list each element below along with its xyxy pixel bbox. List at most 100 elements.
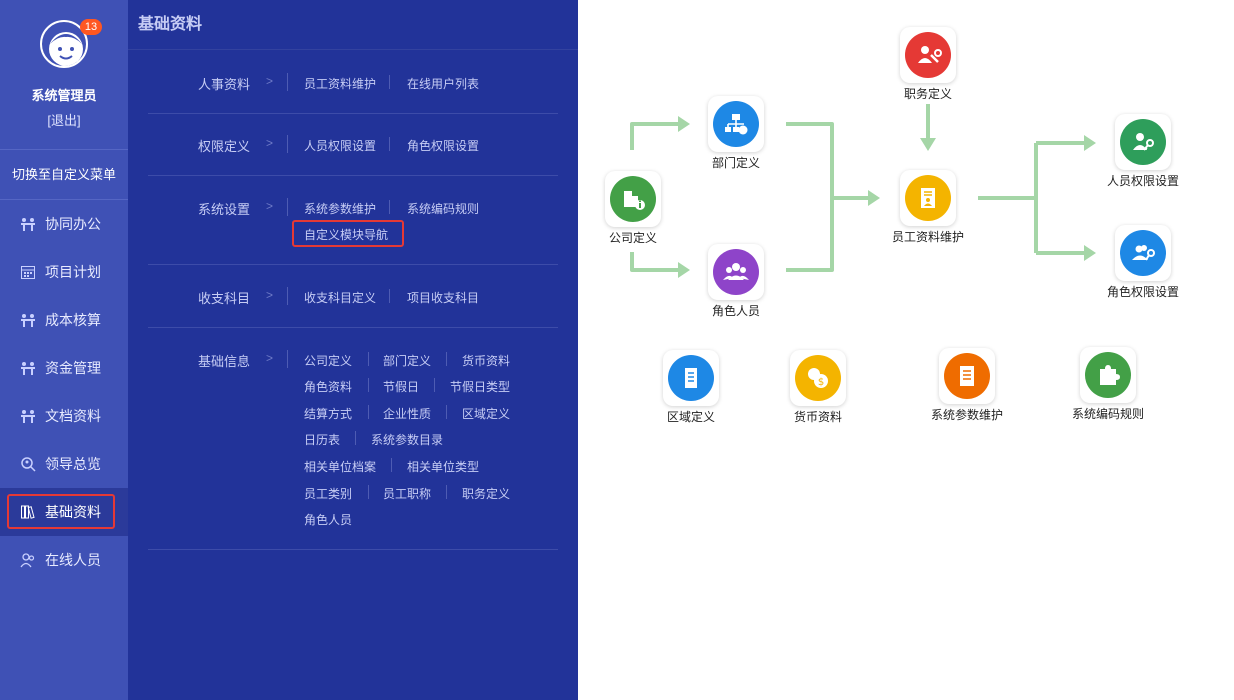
link-position-define[interactable]: 职务定义 [462, 485, 510, 502]
link-currency[interactable]: 货币资料 [462, 352, 510, 369]
divider [287, 73, 288, 91]
link-online-user-list[interactable]: 在线用户列表 [407, 75, 479, 92]
divider [368, 352, 369, 366]
section-hr: 人事资料 > 员工资料维护 在线用户列表 [148, 52, 558, 114]
divider [368, 485, 369, 499]
section-permissions: 权限定义 > 人员权限设置 角色权限设置 [148, 114, 558, 176]
section-category: 收支科目 [198, 291, 251, 306]
link-project-income-expense[interactable]: 项目收支科目 [407, 289, 479, 306]
link-employee-category[interactable]: 员工类别 [304, 485, 352, 502]
node-tile [1115, 225, 1171, 281]
flow-node-user-permission[interactable]: 人员权限设置 [1083, 114, 1203, 189]
divider [368, 378, 369, 392]
chevron-right-icon: > [266, 288, 274, 302]
link-holiday-type[interactable]: 节假日类型 [450, 378, 510, 395]
link-related-unit-type[interactable]: 相关单位类型 [407, 458, 479, 475]
link-user-permission[interactable]: 人员权限设置 [304, 137, 376, 154]
sidebar-item-label: 文档资料 [45, 408, 101, 424]
sidebar-item-label: 领导总览 [45, 456, 101, 472]
node-tile [939, 348, 995, 404]
link-department-define[interactable]: 部门定义 [383, 352, 431, 369]
link-settlement-method[interactable]: 结算方式 [304, 405, 352, 422]
svg-text:$: $ [818, 377, 824, 388]
link-holiday[interactable]: 节假日 [383, 378, 419, 395]
sidebar-item-collaboration[interactable]: 协同办公 [0, 200, 128, 248]
link-system-parameters[interactable]: 系统参数维护 [304, 200, 376, 217]
user-block: 13 系统管理员 [退出] [0, 0, 128, 150]
link-role-permission[interactable]: 角色权限设置 [407, 137, 479, 154]
divider [389, 75, 390, 89]
sidebar-item-online-users[interactable]: 在线人员 [0, 536, 128, 584]
chevron-right-icon: > [266, 199, 274, 213]
link-calendar[interactable]: 日历表 [304, 431, 340, 448]
employee-file-icon [905, 175, 951, 221]
sidebar-item-cost-accounting[interactable]: 成本核算 [0, 296, 128, 344]
link-system-parameter-catalog[interactable]: 系统参数目录 [371, 431, 443, 448]
logout-link[interactable]: [退出] [0, 110, 128, 129]
link-region-define[interactable]: 区域定义 [462, 405, 510, 422]
team-icon [21, 314, 35, 327]
sidebar-item-basic-data[interactable]: 基础资料 [0, 488, 128, 536]
currency-coins-icon: $ [795, 355, 841, 401]
link-system-coding-rules[interactable]: 系统编码规则 [407, 200, 479, 217]
role-group-icon [713, 249, 759, 295]
node-label: 系统编码规则 [1071, 407, 1144, 421]
section-category: 基础信息 [198, 354, 251, 369]
flow-node-system-parameters[interactable]: 系统参数维护 [907, 348, 1027, 423]
link-company-define[interactable]: 公司定义 [304, 352, 352, 369]
flow-node-department-define[interactable]: 部门定义 [676, 96, 796, 171]
highlight-box [7, 494, 115, 529]
sidebar-item-label: 项目计划 [45, 264, 101, 280]
flow-node-currency[interactable]: $ 货币资料 [758, 350, 878, 425]
sidebar-item-project-plan[interactable]: 项目计划 [0, 248, 128, 296]
divider [389, 137, 390, 151]
node-tile [708, 96, 764, 152]
link-income-expense-define[interactable]: 收支科目定义 [304, 289, 376, 306]
link-employee-maintenance[interactable]: 员工资料维护 [304, 75, 376, 92]
arrowhead [920, 138, 936, 151]
node-tile [1080, 347, 1136, 403]
sidebar-item-label: 协同办公 [45, 216, 101, 232]
divider [446, 352, 447, 366]
node-tile [1115, 114, 1171, 170]
chevron-right-icon: > [266, 136, 274, 150]
puzzle-icon [1085, 352, 1131, 398]
flow-node-position-define[interactable]: 职务定义 [868, 27, 988, 102]
section-category: 系统设置 [198, 202, 251, 217]
divider [434, 378, 435, 392]
flow-node-region-define[interactable]: 区域定义 [631, 350, 751, 425]
link-role-personnel[interactable]: 角色人员 [304, 511, 352, 528]
sidebar-item-label: 资金管理 [45, 360, 101, 376]
node-label: 公司定义 [608, 231, 657, 245]
node-label: 部门定义 [711, 156, 760, 170]
link-employee-title[interactable]: 员工职称 [383, 485, 431, 502]
node-tile [708, 244, 764, 300]
sidebar-item-leader-overview[interactable]: 领导总览 [0, 440, 128, 488]
switch-custom-menu-button[interactable]: 切换至自定义菜单 [0, 150, 128, 200]
section-category: 权限定义 [198, 139, 251, 154]
flow-node-employee-maintenance[interactable]: 员工资料维护 [868, 170, 988, 245]
divider [446, 405, 447, 419]
divider [287, 198, 288, 216]
flow-node-company-define[interactable]: 公司定义 [573, 171, 693, 246]
link-enterprise-nature[interactable]: 企业性质 [383, 405, 431, 422]
flow-node-role-permission[interactable]: 角色权限设置 [1083, 225, 1203, 300]
sidebar-item-fund-management[interactable]: 资金管理 [0, 344, 128, 392]
node-label: 角色权限设置 [1106, 285, 1179, 299]
node-label: 员工资料维护 [891, 230, 964, 244]
link-role-data[interactable]: 角色资料 [304, 378, 352, 395]
sidebar: 13 系统管理员 [退出] 切换至自定义菜单 协同办公 项目计划 成本核算 资金… [0, 0, 128, 700]
flow-node-system-coding-rules[interactable]: 系统编码规则 [1048, 347, 1168, 422]
arrow-line [630, 122, 678, 150]
node-label: 人员权限设置 [1106, 174, 1179, 188]
chevron-right-icon: > [266, 351, 274, 365]
sidebar-item-documents[interactable]: 文档资料 [0, 392, 128, 440]
link-related-unit-archive[interactable]: 相关单位档案 [304, 458, 376, 475]
node-label: 区域定义 [666, 410, 715, 424]
flow-node-role-personnel[interactable]: 角色人员 [676, 244, 796, 319]
section-system-settings: 系统设置 > 系统参数维护 系统编码规则 自定义模块导航 [148, 176, 558, 265]
node-tile: $ [790, 350, 846, 406]
notification-badge[interactable]: 13 [80, 19, 102, 35]
link-custom-module-nav[interactable]: 自定义模块导航 [304, 226, 388, 243]
divider [446, 485, 447, 499]
